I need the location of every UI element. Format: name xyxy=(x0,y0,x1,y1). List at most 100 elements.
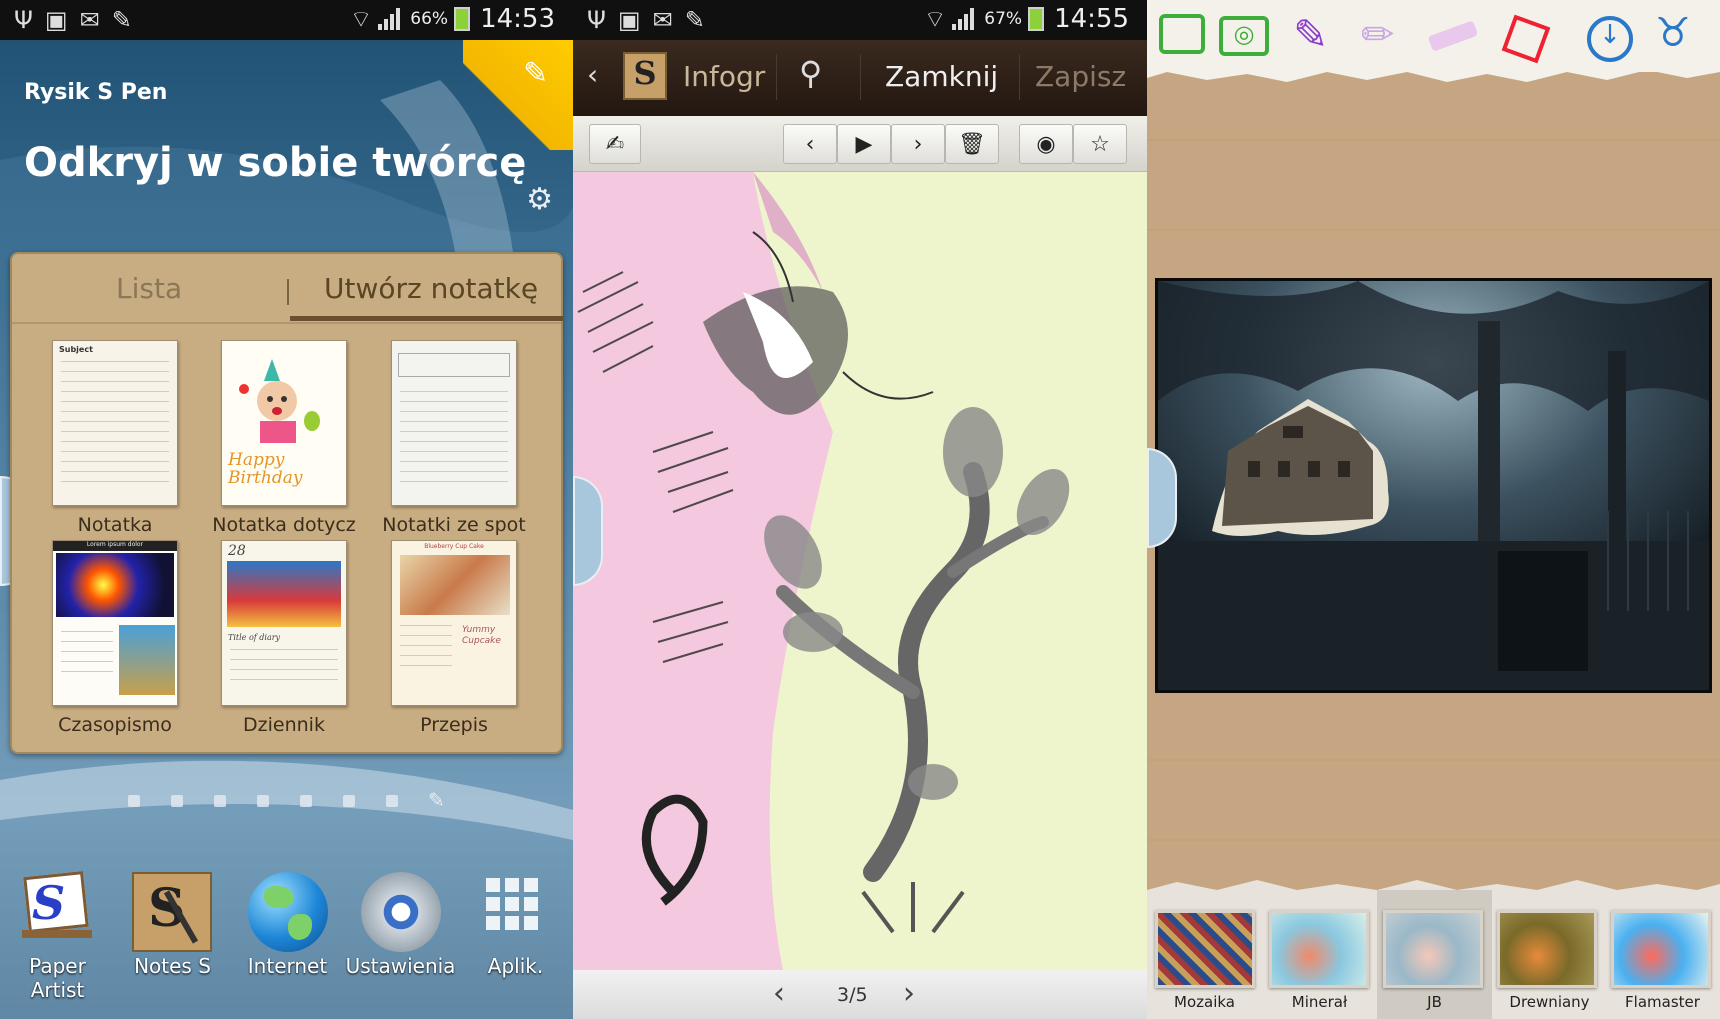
status-bar: Ψ ▣ ✉ ✎ ⌔ 66% 14:53 xyxy=(0,0,573,40)
page-dot[interactable] xyxy=(300,795,312,807)
widget-subtitle: Rysik S Pen xyxy=(24,80,168,105)
trash-icon[interactable]: 🗑 xyxy=(945,124,999,164)
paper-artist-screen: ◎ ✎ ✏ ↓ ♉ Mozaika Minerał JB Drewniany F… xyxy=(1147,0,1720,1019)
template-label: Notatka xyxy=(77,514,153,536)
clock: 14:55 xyxy=(1054,4,1129,34)
signal-icon xyxy=(952,8,978,30)
dock-label: Aplik. xyxy=(487,954,544,978)
battery-icon xyxy=(1028,7,1045,31)
filter-label: JB xyxy=(1427,993,1442,1011)
usb-icon: Ψ xyxy=(587,6,606,34)
template-label: Notatki ze spot xyxy=(382,514,526,536)
page-dot[interactable] xyxy=(128,795,140,807)
template-recipe[interactable]: Blueberry Cup Cake Yummy Cupcake xyxy=(391,540,517,706)
filter-mozaika-thumb[interactable] xyxy=(1155,910,1255,988)
cupcake-text: Yummy Cupcake xyxy=(462,625,501,646)
camera-icon[interactable]: ◎ xyxy=(1219,16,1269,56)
notes-s-icon[interactable]: S xyxy=(132,872,212,952)
gallery-icon[interactable] xyxy=(1159,14,1205,54)
back-icon[interactable]: ‹ xyxy=(587,58,598,91)
battery-percent: 66% xyxy=(410,9,449,29)
divider xyxy=(860,54,861,100)
battery-percent: 67% xyxy=(984,9,1023,29)
signal-icon xyxy=(378,8,404,30)
battery-icon xyxy=(454,7,471,31)
diary-day: 28 xyxy=(228,543,246,559)
status-bar: Ψ ▣ ✉ ✎ ⌔ 67% 14:55 xyxy=(573,0,1147,40)
filter-mineral-thumb[interactable] xyxy=(1269,910,1369,988)
magazine-header: Lorem ipsum dolor xyxy=(53,541,177,551)
filter-jb-thumb[interactable] xyxy=(1383,910,1483,988)
pen-icon: ✎ xyxy=(684,6,705,34)
wifi-icon: ⌔ xyxy=(923,5,947,33)
page-dot[interactable] xyxy=(171,795,183,807)
template-label: Dziennik xyxy=(243,714,325,736)
action-bar: ‹ S Infogra ⚲ Zamknij Zapisz xyxy=(573,40,1147,116)
page-dot[interactable] xyxy=(386,795,398,807)
home-screen: Ψ ▣ ✉ ✎ ⌔ 66% 14:53 ✎ Rysik S Pen Odkryj… xyxy=(0,0,573,1019)
edit-pen-icon[interactable]: ✎ xyxy=(523,56,557,91)
star-icon[interactable]: ☆ xyxy=(1073,124,1127,164)
share-icon[interactable]: ♉ xyxy=(1655,10,1691,56)
page-indicator xyxy=(128,795,398,807)
filter-label: Minerał xyxy=(1291,993,1348,1011)
template-meeting[interactable] xyxy=(391,340,517,506)
template-note[interactable]: Subject xyxy=(52,340,178,506)
page-dot[interactable] xyxy=(214,795,226,807)
template-birthday[interactable]: Happy Birthday xyxy=(221,340,347,506)
diary-title: Title of diary xyxy=(228,633,281,642)
save-download-icon[interactable]: ↓ xyxy=(1587,16,1633,62)
close-button[interactable]: Zamknij xyxy=(885,60,998,93)
play-icon[interactable]: ▶ xyxy=(837,124,891,164)
gear-icon[interactable]: ⚙ xyxy=(526,182,553,217)
next-page-icon[interactable]: › xyxy=(903,976,915,1011)
notes-editor-screen: Ψ ▣ ✉ ✎ ⌔ 67% 14:55 ‹ S Infogra ⚲ Zamkni… xyxy=(573,0,1147,1019)
edit-page-icon[interactable]: ✎ xyxy=(428,788,445,812)
notes-widget: Lista Utwórz notatkę Subject Notatka Hap… xyxy=(10,252,563,754)
filter-drewniany-thumb[interactable] xyxy=(1497,910,1597,988)
drawing-canvas[interactable] xyxy=(573,172,1147,970)
tool-bar: ◎ ✎ ✏ ↓ ♉ xyxy=(1147,0,1720,82)
dock-label: Notes S xyxy=(134,954,211,978)
page-nav-bar: ‹ 3/5 › xyxy=(573,970,1147,1019)
clock: 14:53 xyxy=(480,4,555,34)
prev-icon[interactable]: ‹ xyxy=(783,124,837,164)
voice-play-icon[interactable]: ◉ xyxy=(1019,124,1073,164)
save-button[interactable]: Zapisz xyxy=(1035,60,1126,93)
pencil-icon[interactable]: ✏ xyxy=(1361,12,1395,58)
side-panel-handle[interactable] xyxy=(1147,448,1177,548)
template-magazine[interactable]: Lorem ipsum dolor xyxy=(52,540,178,706)
page-dot[interactable] xyxy=(257,795,269,807)
globe-icon[interactable] xyxy=(248,872,328,952)
search-icon[interactable]: ⚲ xyxy=(799,54,822,92)
template-diary[interactable]: 28 Title of diary xyxy=(221,540,347,706)
birthday-text: Happy Birthday xyxy=(228,450,303,488)
side-panel-handle[interactable] xyxy=(573,476,603,586)
template-label: Czasopismo xyxy=(58,714,172,736)
sd-card-icon: ▣ xyxy=(44,6,68,34)
filter-flamaster-thumb[interactable] xyxy=(1611,910,1711,988)
prev-page-icon[interactable]: ‹ xyxy=(773,976,785,1011)
brush-icon[interactable]: ✎ xyxy=(1293,10,1328,59)
recipe-header: Blueberry Cup Cake xyxy=(424,543,484,550)
pen-icon: ✎ xyxy=(111,6,132,34)
document-title: Infogra xyxy=(683,60,767,93)
flower-drawing xyxy=(573,172,1070,970)
subject-text: Subject xyxy=(59,345,93,354)
page-edit-icon[interactable]: ✍ xyxy=(589,124,641,164)
apps-grid-icon[interactable] xyxy=(476,872,556,952)
settings-icon[interactable] xyxy=(361,872,441,952)
widget-title: Odkryj w sobie twórcę xyxy=(24,140,527,186)
artwork-photo[interactable] xyxy=(1155,278,1712,693)
dock-label: Ustawienia xyxy=(345,954,456,978)
filter-label: Drewniany xyxy=(1509,993,1590,1011)
page-indicator: 3/5 xyxy=(837,984,868,1006)
sd-card-icon: ▣ xyxy=(617,6,641,34)
page-dot[interactable] xyxy=(343,795,355,807)
night-house-image xyxy=(1158,281,1709,690)
tab-create-note[interactable]: Utwórz notatkę xyxy=(324,272,538,305)
next-icon[interactable]: › xyxy=(891,124,945,164)
tab-lista[interactable]: Lista xyxy=(116,272,182,305)
filter-strip: Mozaika Minerał JB Drewniany Flamaster xyxy=(1147,880,1720,1019)
paper-artist-icon[interactable]: S xyxy=(16,868,96,948)
